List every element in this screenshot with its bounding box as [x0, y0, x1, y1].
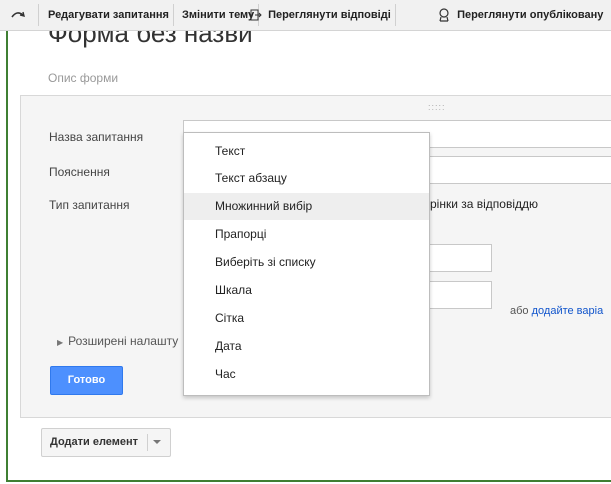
advanced-settings-toggle[interactable]: ▶ Розширені налашту — [57, 334, 178, 348]
menu-item-paragraph-text[interactable]: Текст абзацу — [184, 165, 429, 192]
triangle-right-icon: ▶ — [57, 338, 64, 347]
menu-item-choose-from-list[interactable]: Виберіть зі списку — [184, 249, 429, 276]
button-divider — [147, 434, 148, 451]
menu-item-time[interactable]: Час — [184, 361, 429, 388]
question-type-suffix[interactable]: рінки за відповіддю — [430, 197, 538, 211]
form-description[interactable]: Опис форми — [48, 71, 118, 85]
add-element-button[interactable]: Додати елемент — [41, 428, 171, 457]
view-responses-icon — [250, 9, 265, 21]
question-title-label: Назва запитання — [49, 130, 144, 144]
add-other-link[interactable]: додайте варіа — [532, 305, 604, 317]
chevron-down-icon[interactable] — [153, 440, 161, 444]
drag-handle-icon[interactable]: ::::: — [428, 102, 446, 112]
help-text-label: Пояснення — [49, 165, 110, 179]
question-type-label: Тип запитання — [49, 198, 130, 212]
done-button[interactable]: Готово — [50, 366, 123, 395]
add-other-text: або додайте варіа — [510, 305, 603, 317]
toolbar: Редагувати запитання Змінити тему Перегл… — [0, 0, 611, 31]
edit-question-label: Редагувати запитання — [48, 9, 169, 21]
advanced-settings-label: Розширені налашту — [68, 334, 179, 348]
question-type-menu: Текст Текст абзацу Множинний вибір Прапо… — [183, 132, 430, 396]
or-word: або — [510, 305, 529, 317]
curved-arrow-icon[interactable] — [0, 4, 39, 26]
view-published-icon — [437, 8, 454, 22]
view-responses-button[interactable]: Переглянути відповіді — [246, 4, 396, 26]
view-published-label: Переглянути опублікованy — [457, 9, 604, 21]
view-responses-label: Переглянути відповіді — [268, 9, 391, 21]
menu-item-date[interactable]: Дата — [184, 333, 429, 360]
menu-item-text[interactable]: Текст — [184, 138, 429, 165]
view-published-button[interactable]: Переглянути опублікованy — [433, 4, 607, 26]
add-element-label: Додати елемент — [50, 436, 139, 448]
menu-item-scale[interactable]: Шкала — [184, 277, 429, 304]
menu-item-checkboxes[interactable]: Прапорці — [184, 221, 429, 248]
edit-question-button[interactable]: Редагувати запитання — [44, 4, 174, 26]
menu-item-multiple-choice[interactable]: Множинний вибір — [184, 193, 429, 220]
change-theme-label: Змінити тему — [182, 9, 255, 21]
menu-item-grid[interactable]: Сітка — [184, 305, 429, 332]
